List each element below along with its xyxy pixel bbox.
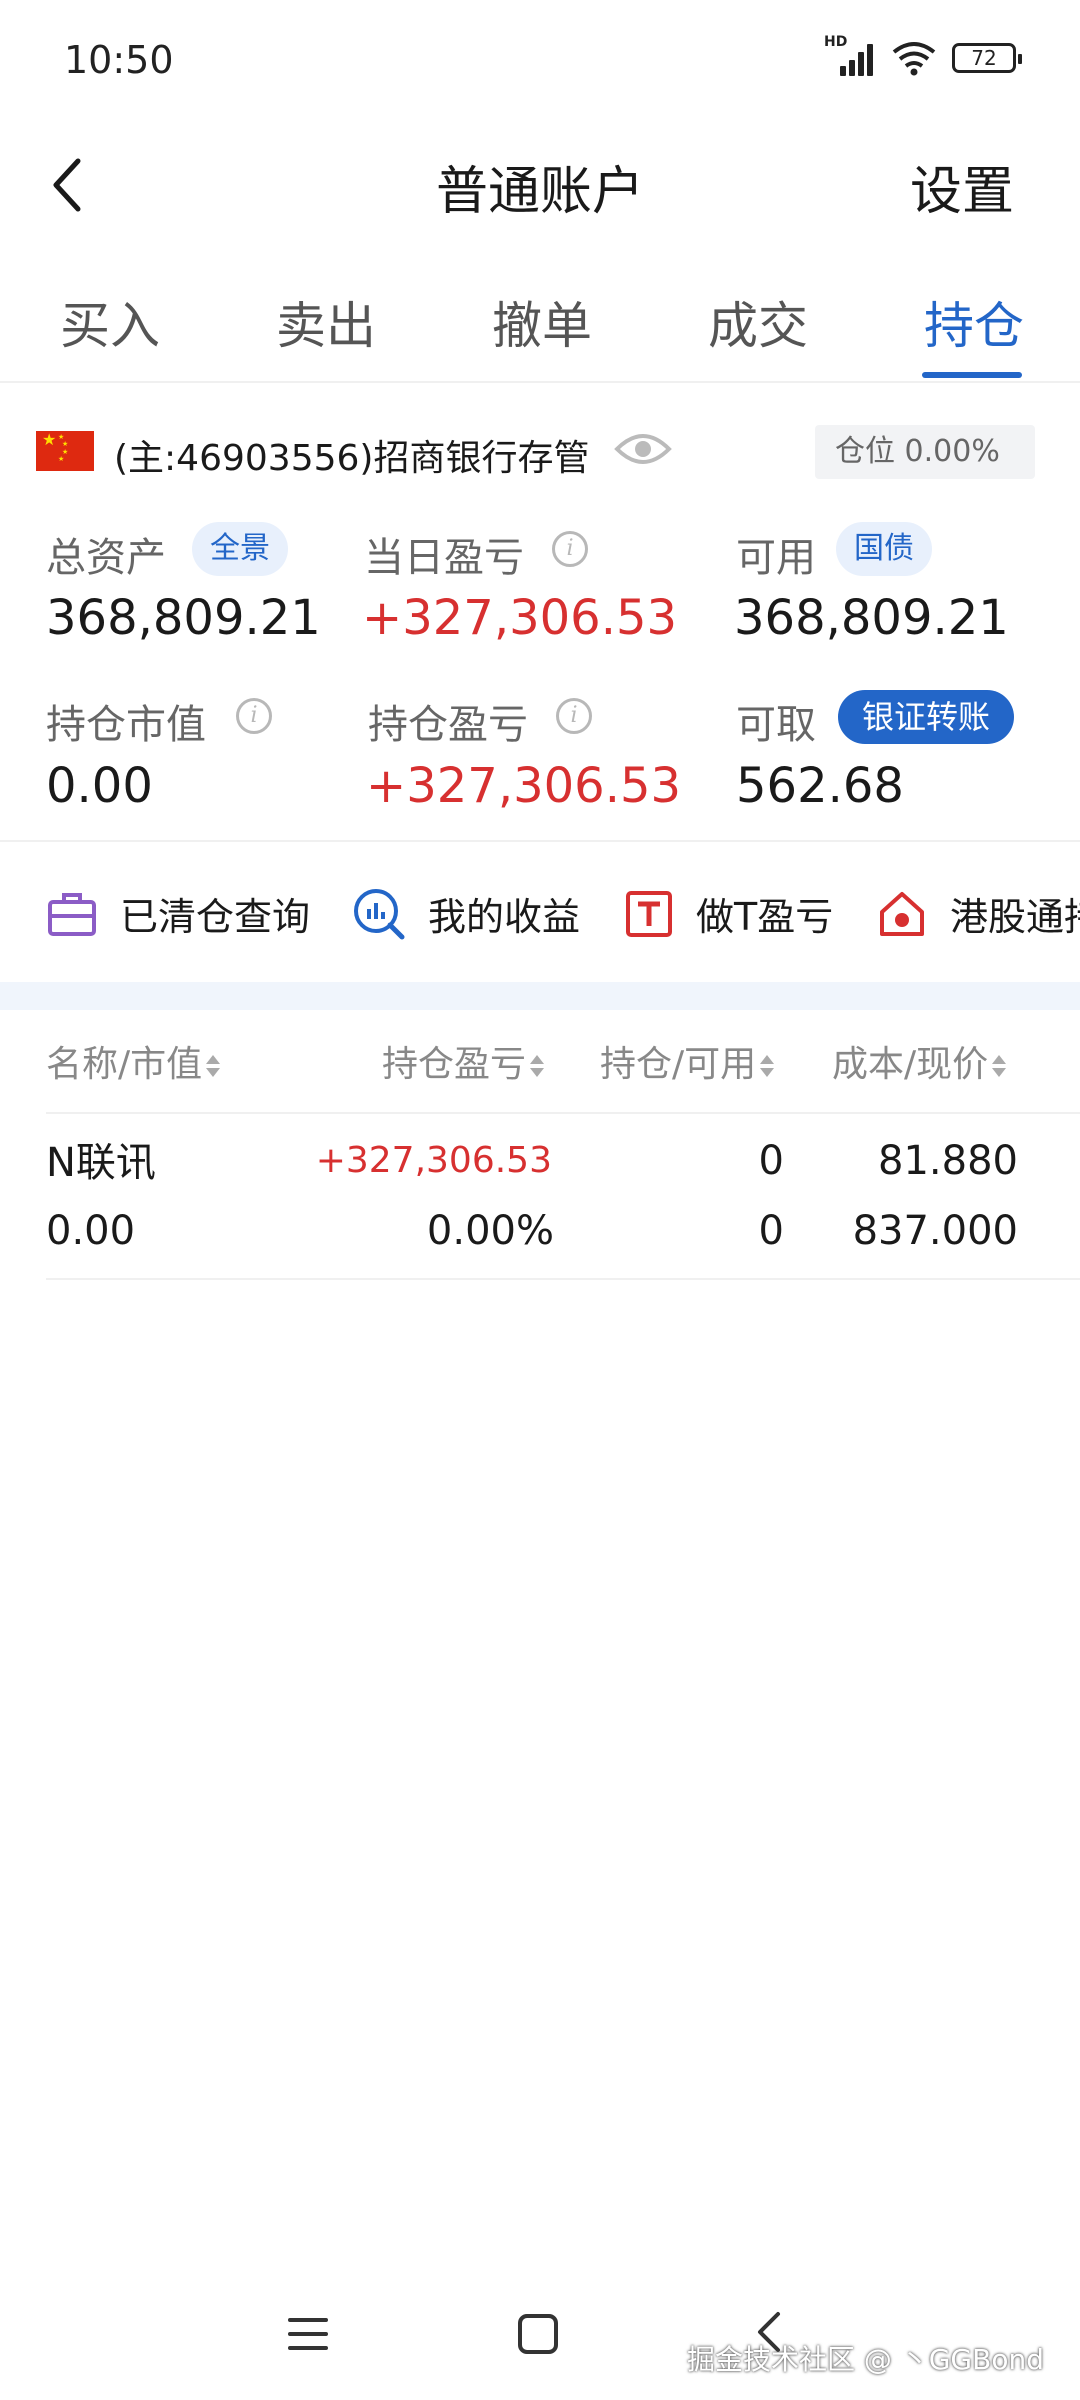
stock-name: N联讯 <box>46 1140 156 1186</box>
battery-level: 72 <box>971 46 997 70</box>
position-pl-value: +327,306.53 <box>366 758 682 814</box>
bank-transfer-button[interactable]: 银证转账 <box>838 690 1015 744</box>
watermark: 掘金技术社区 @ 丶GGBond <box>686 2343 1044 2376</box>
daily-pl-label: 当日盈亏 <box>364 535 524 581</box>
panorama-badge[interactable]: 全景 <box>192 522 288 576</box>
sort-icon <box>206 1053 221 1079</box>
tab-sell[interactable]: 卖出 <box>276 286 376 358</box>
available-label: 可用 <box>736 535 816 581</box>
quick-action-label: 港股通持 <box>950 895 1080 939</box>
battery-icon: 72 <box>952 43 1022 73</box>
quick-actions: 已清仓查询 我的收益 做T盈亏 港股通持 <box>0 860 1080 960</box>
market-value-label: 持仓市值 <box>46 702 206 748</box>
trade-tabs: 买入 卖出 撤单 成交 持仓 <box>0 260 1080 383</box>
cleared-positions-button[interactable]: 已清仓查询 <box>46 886 310 941</box>
t-box-icon <box>626 890 672 937</box>
active-tab-indicator <box>922 372 1022 378</box>
stock-market-value: 0.00 <box>46 1208 136 1254</box>
tab-deals[interactable]: 成交 <box>708 286 808 358</box>
stock-price: 837.000 <box>852 1208 1018 1254</box>
signal-icon: HD <box>824 34 876 76</box>
my-earnings-button[interactable]: 我的收益 <box>352 886 580 941</box>
position-ratio: 仓位 0.00% <box>815 425 1035 479</box>
info-icon[interactable]: i <box>552 531 588 567</box>
position-pl-label: 持仓盈亏 <box>368 702 528 748</box>
total-assets-label: 总资产 <box>46 535 166 581</box>
t-trade-pl-button[interactable]: 做T盈亏 <box>624 886 833 941</box>
market-value-value: 0.00 <box>46 758 153 814</box>
briefcase-icon <box>48 892 96 936</box>
account-label[interactable]: (主:46903556)招商银行存管 <box>114 429 589 481</box>
wifi-icon <box>892 42 936 76</box>
status-icons: HD 72 <box>824 34 1022 76</box>
settings-button[interactable]: 设置 <box>910 149 1014 224</box>
app-screen: 10:50 HD 72 普通账户 设置 买入 卖出 撤单 成交 持仓 ★ ★ ★… <box>0 0 1080 2400</box>
network-type-label: HD <box>824 34 848 50</box>
daily-pl-value: +327,306.53 <box>362 590 678 646</box>
column-header-position[interactable]: 持仓/可用 <box>600 1035 775 1087</box>
status-bar: 10:50 HD 72 <box>0 0 1080 125</box>
stock-cost: 81.880 <box>878 1138 1018 1184</box>
info-icon[interactable]: i <box>236 698 272 734</box>
divider <box>46 1112 1080 1114</box>
sort-icon <box>760 1053 775 1079</box>
total-assets-value: 368,809.21 <box>46 590 321 646</box>
status-time: 10:50 <box>64 38 174 82</box>
tab-cancel[interactable]: 撤单 <box>492 286 592 358</box>
stock-pl-percent: 0.00% <box>426 1208 554 1254</box>
menu-icon[interactable] <box>286 2314 330 2354</box>
divider <box>0 840 1080 842</box>
stock-pl: +327,306.53 <box>315 1140 552 1181</box>
chart-search-icon <box>354 888 405 939</box>
tab-buy[interactable]: 买入 <box>60 286 160 358</box>
header: 普通账户 设置 <box>0 125 1080 245</box>
column-header-pl[interactable]: 持仓盈亏 <box>382 1035 545 1087</box>
treasury-badge[interactable]: 国债 <box>836 522 932 576</box>
stock-available: 0 <box>758 1208 784 1254</box>
china-flag-icon: ★ ★ ★ ★ ★ <box>36 431 94 471</box>
column-header-cost[interactable]: 成本/现价 <box>832 1035 1007 1087</box>
available-value: 368,809.21 <box>734 590 1009 646</box>
quick-action-label: 已清仓查询 <box>120 895 311 939</box>
tab-holdings[interactable]: 持仓 <box>924 286 1024 358</box>
home-icon[interactable] <box>516 2312 560 2356</box>
stock-position: 0 <box>758 1138 784 1184</box>
hk-connect-button[interactable]: 港股通持 <box>876 886 1080 941</box>
column-header-name[interactable]: 名称/市值 <box>46 1035 221 1087</box>
quick-action-label: 做T盈亏 <box>696 895 834 939</box>
quick-action-label: 我的收益 <box>428 895 581 939</box>
hk-house-icon <box>880 891 924 936</box>
withdrawable-value: 562.68 <box>736 758 904 814</box>
divider <box>46 1278 1080 1280</box>
info-icon[interactable]: i <box>556 698 592 734</box>
sort-icon <box>992 1053 1007 1079</box>
sort-icon <box>530 1053 545 1079</box>
section-band <box>0 982 1080 1010</box>
account-row: ★ ★ ★ ★ ★ (主:46903556)招商银行存管 仓位 0.00% <box>0 415 1080 485</box>
eye-icon[interactable] <box>614 429 672 469</box>
withdrawable-label: 可取 <box>736 702 816 748</box>
